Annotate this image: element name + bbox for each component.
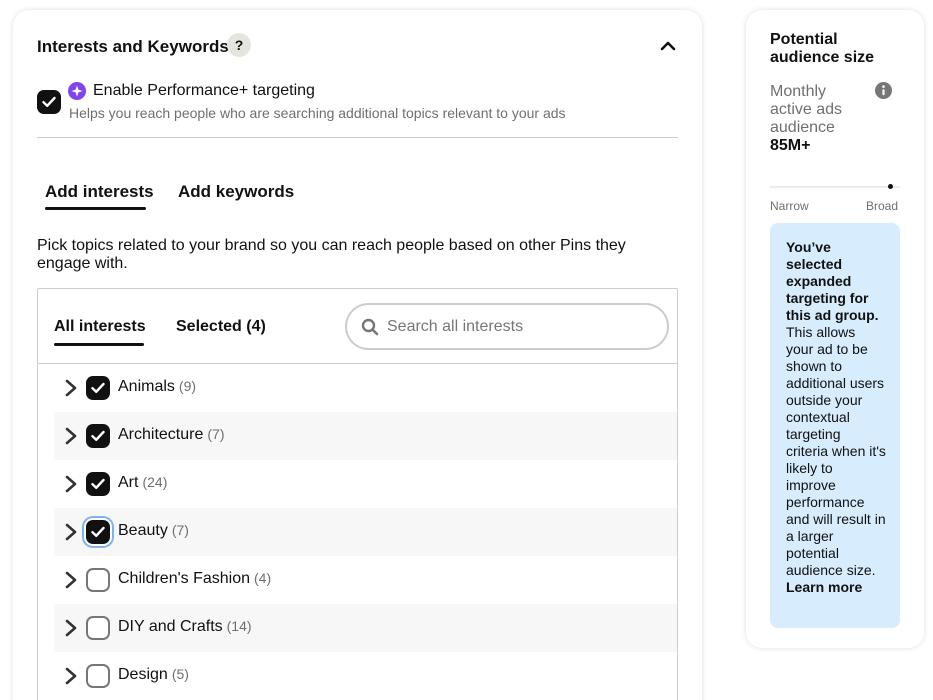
chevron-right-icon[interactable] [62,474,80,494]
chevron-up-icon[interactable] [658,36,678,56]
interest-name: Animals [118,378,175,395]
audience-meter-track [770,186,900,188]
section-title: Interests and Keywords [37,37,229,56]
interest-row[interactable]: Beauty (7) [54,508,677,556]
performance-plus-helptext: Helps you reach people who are searching… [69,105,566,121]
interests-description: Pick topics related to your brand so you… [37,237,626,272]
chevron-right-icon[interactable] [62,378,80,398]
audience-meter-indicator [888,184,894,189]
checkmark-icon [91,478,105,489]
interest-count: (24) [142,474,168,490]
info-icon[interactable] [875,82,892,99]
interests-keywords-card: Interests and Keywords ? Enable Performa… [13,10,702,700]
audience-value: 85M+ [770,137,811,154]
learn-more-link[interactable]: Learn more [786,579,862,595]
interest-count: (5) [171,666,189,682]
help-button[interactable]: ? [227,33,251,57]
interest-checkbox[interactable] [86,472,110,496]
interest-label: Architecture (7) [118,426,225,444]
interest-checkbox[interactable] [86,520,110,544]
subtab-all-interests[interactable]: All interests [54,318,146,336]
interest-label: Animals (9) [118,378,196,396]
interest-label: DIY and Crafts (14) [118,618,252,636]
chevron-right-icon[interactable] [62,666,80,686]
interest-name: Architecture [118,426,204,443]
expanded-targeting-note: You’ve selected expanded targeting for t… [770,223,900,628]
interest-label: Children's Fashion (4) [118,570,271,588]
interest-label: Art (24) [118,474,167,492]
interest-count: (7) [207,426,225,442]
note-body: This allows your ad to be shown to addit… [786,324,886,578]
checkmark-icon [91,526,105,537]
interest-name: Children's Fashion [118,570,251,587]
tab-add-interests[interactable]: Add interests [45,182,154,202]
interest-checkbox[interactable] [86,616,110,640]
audience-metric-label: Monthly active ads audience [770,83,843,136]
subtab-selected[interactable]: Selected (4) [176,318,266,336]
interest-row[interactable]: Architecture (7) [54,412,677,460]
interest-checkbox[interactable] [86,568,110,592]
chevron-right-icon[interactable] [62,426,80,446]
interest-name: Design [118,666,168,683]
interest-row[interactable]: Design (5) [54,652,677,700]
chevron-right-icon[interactable] [62,570,80,590]
interest-row[interactable]: Art (24) [54,460,677,508]
performance-plus-label: Enable Performance+ targeting [93,82,315,99]
checkmark-icon [42,96,56,107]
chevron-right-icon[interactable] [62,618,80,638]
interest-count: (4) [254,570,272,586]
audience-size-card: Potential audience size Monthly active a… [746,10,924,648]
divider [37,137,678,138]
search-icon [361,318,379,336]
chevron-right-icon[interactable] [62,522,80,542]
checkmark-icon [91,430,105,441]
interest-count: (7) [171,522,189,538]
active-subtab-indicator [54,343,144,346]
interest-row[interactable]: Children's Fashion (4) [54,556,677,604]
interest-name: Art [118,474,139,491]
interest-name: DIY and Crafts [118,618,223,635]
interest-count: (14) [226,618,252,634]
tab-add-keywords[interactable]: Add keywords [178,182,294,202]
interest-count: (9) [178,378,197,394]
interest-checkbox[interactable] [86,664,110,688]
checkmark-icon [91,382,105,393]
interest-label: Beauty (7) [118,522,189,540]
meter-min-label: Narrow [770,199,809,213]
interest-checkbox[interactable] [86,424,110,448]
interest-name: Beauty [118,522,168,539]
search-input[interactable] [387,313,647,340]
search-box [345,303,669,350]
interest-row[interactable]: DIY and Crafts (14) [54,604,677,652]
audience-title: Potential audience size [770,31,875,66]
meter-max-label: Broad [866,199,899,213]
note-heading: You’ve selected expanded targeting for t… [786,239,879,323]
sparkle-icon [68,82,86,100]
interest-label: Design (5) [118,666,189,684]
performance-plus-checkbox[interactable] [37,90,61,114]
interest-browser: All interests Selected (4) Animals(9) Arc… [37,288,678,700]
interest-row[interactable]: Animals (9) [54,364,677,412]
interest-checkbox[interactable] [86,376,110,400]
active-tab-indicator [45,207,146,210]
